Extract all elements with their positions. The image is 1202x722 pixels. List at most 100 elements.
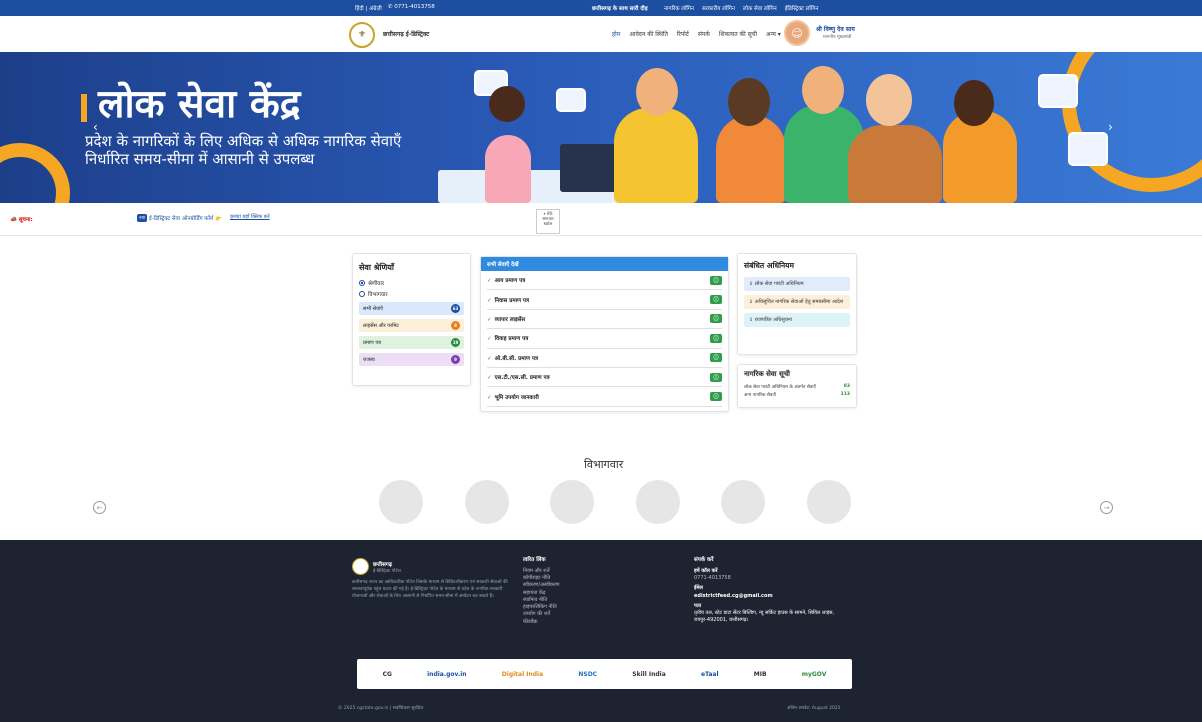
all-services-header[interactable]: सभी सेवाएँ देखें [481,257,728,271]
department-placeholder[interactable] [379,480,423,524]
category-label: राजस्व [363,356,375,363]
info-icon[interactable]: ⓘ [710,372,722,382]
partner-logo[interactable]: myGOV [802,671,827,678]
title-accent-bar [81,94,87,122]
state-emblem-logo[interactable]: ⚜ [349,22,375,48]
partner-logo[interactable]: CG [383,671,392,678]
hero-banner: लोक सेवा केंद्र प्रदेश के नागरिकों के लि… [0,52,1202,203]
service-name-wrap: ✓ निवास प्रमाण पत्र [487,296,529,304]
partner-logo[interactable]: india.gov.in [427,671,466,678]
notice-message: ई-डिस्ट्रिक्ट सेवा ऑनबोर्डिंग फॉर्म 👉 [149,216,222,222]
category-item[interactable]: प्रमाण पत्र 19 [359,336,464,349]
pause-scroll-button[interactable]: ⏸ रोकें समाचार स्क्रोल [536,209,560,234]
lok-seva-login-link[interactable]: लोक सेवा लॉगिन [743,4,777,12]
category-label: सभी सेवाएँ [363,305,383,312]
service-list: ✓ आय प्रमाण पत्र ⓘ ✓ निवास प्रमाण पत्र ⓘ ✓ व्या… [481,271,728,407]
check-icon: ✓ [487,355,492,362]
edistrict-login-link[interactable]: ईडिस्ट्रिक्ट लॉगिन [785,4,819,12]
department-placeholder[interactable] [807,480,851,524]
email-label: ईमेल [694,585,703,592]
nav-application-status[interactable]: आवेदन की स्थिति [629,30,668,38]
info-icon[interactable]: ⓘ [710,314,722,324]
service-name: ओ.बी.सी. प्रमाण पत्र [494,355,539,362]
citizen-row-count: 83 [843,384,850,389]
footer-description: छत्तीसगढ़ राज्य का आधिकारिक पोर्टल जिसके… [352,580,508,599]
footer-link[interactable]: स्वीकरण/अस्वीकरण [523,582,560,589]
category-item[interactable]: सभी सेवाएँ 63 [359,302,464,315]
check-icon: ✓ [487,375,492,382]
category-item[interactable]: लाइसेंस और परमिट 8 [359,319,464,332]
department-placeholder[interactable] [465,480,509,524]
citizen-list-title: नागरिक सेवा सूची [744,370,790,378]
partner-logo[interactable]: NSDC [578,671,597,678]
brand-name[interactable]: छत्तीसगढ़ ई-डिस्ट्रिक्ट [383,30,429,38]
partner-logo[interactable]: MIB [754,671,767,678]
service-name-wrap: ✓ एस.टी./एस.सी. प्रमाण पत्र [487,373,550,381]
carousel-next-icon[interactable]: › [1108,120,1113,134]
categories-title: सेवा श्रेणियाँ [359,263,394,272]
banner-subtitle: प्रदेश के नागरिकों के लिए अधिक से अधिक न… [85,132,402,168]
act-download-link[interactable]: ⇓ राजपत्रित अधिसूचना [744,313,850,327]
service-name-wrap: ✓ व्यापार लाइसेंस [487,315,525,323]
service-item[interactable]: ✓ ओ.बी.सी. प्रमाण पत्र ⓘ [487,349,722,368]
last-updated-text: अंतिम अपडेट: August 2025 [787,706,841,711]
departments-next-icon[interactable]: → [1100,501,1113,514]
service-item[interactable]: ✓ एस.टी./एस.सी. प्रमाण पत्र ⓘ [487,368,722,388]
service-item[interactable]: ✓ भूमि उपयोग जानकारी ⓘ [487,387,722,407]
nav-reports[interactable]: रिपोर्ट [677,30,689,38]
department-placeholder[interactable] [721,480,765,524]
notice-label: 📣 सूचना: [10,217,33,223]
footer-link[interactable]: फीडबैक [523,619,560,626]
department-placeholder[interactable] [636,480,680,524]
call-label: हमें कॉल करें [694,567,718,574]
partner-logo[interactable]: eTaal [701,671,719,678]
banner-title: लोक सेवा केंद्र [98,82,301,127]
service-name-wrap: ✓ भूमि उपयोग जानकारी [487,393,539,401]
service-item[interactable]: ✓ विवाह प्रमाण पत्र ⓘ [487,329,722,349]
service-name: भूमि उपयोग जानकारी [494,394,539,401]
partner-logo[interactable]: Skill India [632,671,665,678]
info-icon[interactable]: ⓘ [710,295,722,305]
language-switch[interactable]: हिंदी | अंग्रेज़ी [355,4,382,12]
document-card-illustration [1038,74,1078,108]
citizen-row[interactable]: लोक सेवा गारंटी अधिनियम के अंतर्गत सेवाए… [744,384,850,390]
category-count-badge: 63 [451,304,460,313]
departments-title: विभागवार [584,458,624,471]
nav-more-dropdown[interactable]: अन्य ▾ [766,30,781,38]
footer-link[interactable]: उपयोग की शर्तें [523,611,560,618]
notice-link[interactable]: कृपया यहाँ क्लिक करें [230,214,270,220]
departments-prev-icon[interactable]: ← [93,501,106,514]
service-item[interactable]: ✓ व्यापार लाइसेंस ⓘ [487,310,722,330]
footer-brand-sub: ई-डिस्ट्रिक्ट पोर्टल [373,569,401,574]
footer-link[interactable]: सहायता केंद्र [523,590,560,597]
service-item[interactable]: ✓ आय प्रमाण पत्र ⓘ [487,271,722,291]
category-count-badge: 8 [451,321,460,330]
person-head [954,80,994,126]
partner-logo[interactable]: Digital India [502,671,543,678]
info-icon[interactable]: ⓘ [710,353,722,363]
email-address[interactable]: edistrictfeed.cg@gmail.com [694,593,854,600]
person-head [489,86,525,122]
info-icon[interactable]: ⓘ [710,275,722,285]
call-number[interactable]: 0771-4013758 [694,575,854,582]
carousel-prev-icon[interactable]: ‹ [93,120,98,134]
info-icon[interactable]: ⓘ [710,392,722,402]
phone-number: 0771-4013758 [394,4,435,10]
govt-login-link[interactable]: सरकारीय लॉगिन [702,4,735,12]
citizen-row[interactable]: अन्य नागरिक सेवाएँ 113 [744,392,850,398]
nav-contact[interactable]: संपर्क [698,30,710,38]
department-placeholder[interactable] [550,480,594,524]
person-head [728,78,770,126]
info-icon[interactable]: ⓘ [710,333,722,343]
service-name: व्यापार लाइसेंस [494,316,526,323]
act-download-link[interactable]: ⇓ अधिसूचित नागरिक सेवाओं हेतु समयसीमा आद… [744,295,850,309]
nav-home[interactable]: होम [612,30,620,38]
act-download-link[interactable]: ⇓ लोक सेवा गारंटी अधिनियम [744,277,850,291]
service-item[interactable]: ✓ निवास प्रमाण पत्र ⓘ [487,290,722,310]
citizen-row-label: अन्य नागरिक सेवाएँ [744,393,777,398]
citizen-login-link[interactable]: नागरिक लॉगिन [664,4,694,12]
radio-department-wise[interactable]: विभागवार [359,290,464,298]
nav-complaints[interactable]: शिकायत की सूची [719,30,757,38]
category-item[interactable]: राजस्व 9 [359,353,464,366]
radio-category-wise[interactable]: श्रेणीवार [359,279,464,287]
